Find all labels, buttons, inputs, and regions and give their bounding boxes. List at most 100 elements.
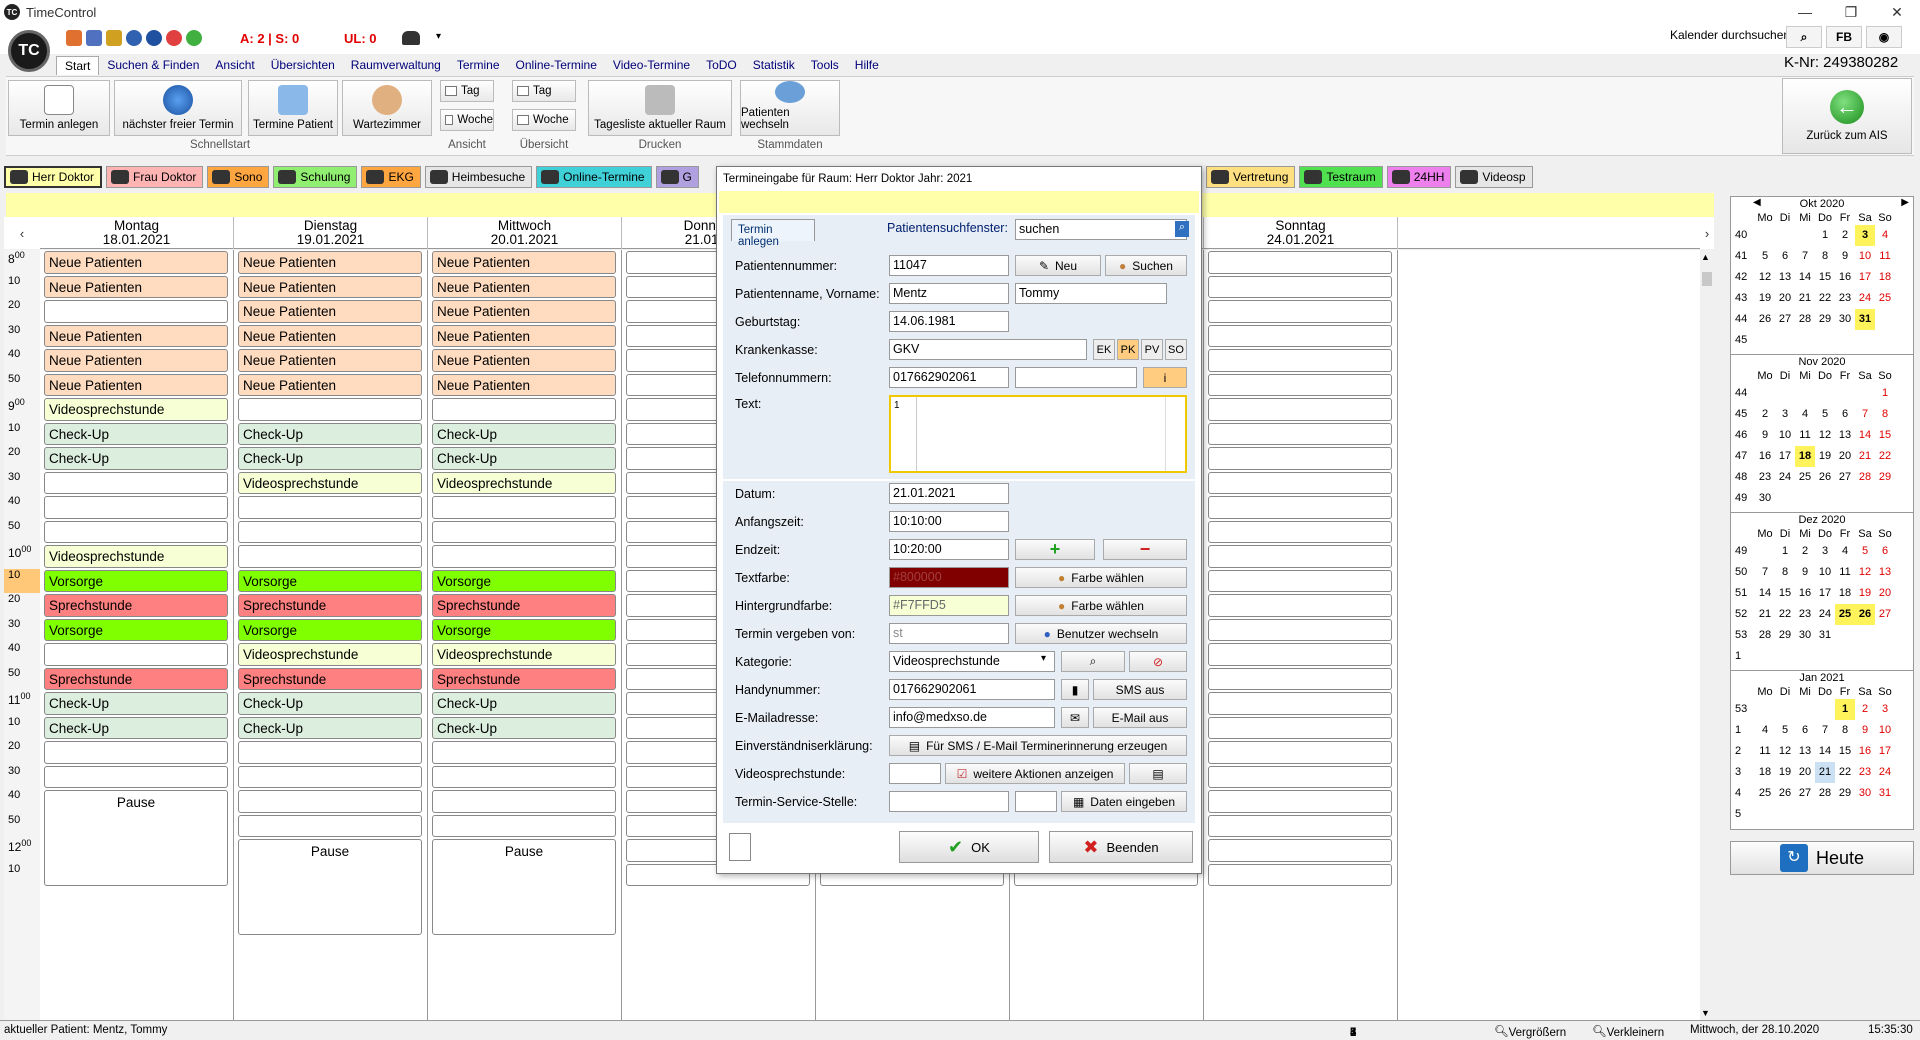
empty-slot[interactable]: [238, 520, 422, 543]
magnifier-icon[interactable]: ⌕: [1061, 651, 1125, 672]
calendar-day[interactable]: 13: [1775, 267, 1795, 288]
calendar-day[interactable]: 18: [1875, 267, 1895, 288]
calendar-day[interactable]: 10: [1875, 720, 1895, 741]
calendar-day[interactable]: 20: [1875, 583, 1895, 604]
calendar-day[interactable]: 31: [1855, 309, 1875, 330]
calendar-day[interactable]: 20: [1775, 288, 1795, 309]
dropdown-icon[interactable]: ▾: [436, 31, 441, 42]
empty-slot[interactable]: [1208, 863, 1392, 886]
ansicht-tag-button[interactable]: Tag: [440, 80, 494, 102]
calendar-day[interactable]: 18: [1835, 583, 1855, 604]
calendar-day[interactable]: 30: [1795, 625, 1815, 646]
calendar-day[interactable]: 2: [1795, 541, 1815, 562]
appointment[interactable]: Vorsorge: [44, 569, 228, 592]
empty-slot[interactable]: [1208, 471, 1392, 494]
room-tab[interactable]: Frau Doktor: [106, 166, 204, 188]
empty-slot[interactable]: [1208, 251, 1392, 274]
empty-slot[interactable]: [432, 398, 616, 421]
calendar-day[interactable]: 15: [1875, 425, 1895, 446]
empty-slot[interactable]: [44, 643, 228, 666]
calendar-day[interactable]: 7: [1815, 720, 1835, 741]
calendar-day[interactable]: [1875, 330, 1895, 351]
calendar-day[interactable]: [1875, 625, 1895, 646]
calendar-day[interactable]: 28: [1795, 309, 1815, 330]
calendar-day[interactable]: 19: [1855, 583, 1875, 604]
weitere-aktionen-button[interactable]: ☑ weitere Aktionen anzeigen: [945, 763, 1125, 784]
patient-search-input[interactable]: suchen: [1015, 219, 1187, 240]
minimize-button[interactable]: —: [1782, 0, 1828, 24]
appointment[interactable]: Check-Up: [238, 716, 422, 739]
empty-slot[interactable]: [432, 814, 616, 837]
calendar-day[interactable]: [1835, 804, 1855, 825]
calendar-day[interactable]: 7: [1855, 404, 1875, 425]
termine-patient-button[interactable]: Termine Patient: [248, 80, 338, 136]
kategorie-select[interactable]: Videosprechstunde: [889, 651, 1055, 672]
menu-item[interactable]: Ansicht: [207, 56, 262, 75]
room-tab[interactable]: Online-Termine: [536, 166, 652, 188]
appointment[interactable]: Neue Patienten: [238, 251, 422, 274]
calendar-day[interactable]: 11: [1835, 562, 1855, 583]
room-tab[interactable]: Testraum: [1299, 166, 1383, 188]
calendar-day[interactable]: [1875, 804, 1895, 825]
prev-month-icon[interactable]: ◀: [1753, 197, 1761, 208]
tss-input2[interactable]: [1015, 791, 1057, 812]
tab-termin-anlegen[interactable]: Termin anlegen: [731, 219, 815, 248]
calendar-day[interactable]: 4: [1835, 541, 1855, 562]
minus-icon[interactable]: −: [1103, 539, 1187, 560]
calendar-day[interactable]: 19: [1775, 762, 1795, 783]
appointment[interactable]: Vorsorge: [432, 618, 616, 641]
calendar-day[interactable]: 2: [1755, 404, 1775, 425]
room-tab[interactable]: Videosp: [1455, 166, 1533, 188]
calendar-day[interactable]: 12: [1775, 741, 1795, 762]
calendar-day[interactable]: 16: [1835, 267, 1855, 288]
plus-icon[interactable]: +: [1015, 539, 1095, 560]
appointment[interactable]: Videosprechstunde: [238, 643, 422, 666]
calendar-day[interactable]: 1: [1815, 225, 1835, 246]
empty-slot[interactable]: [1208, 618, 1392, 641]
empty-slot[interactable]: [238, 814, 422, 837]
menu-item[interactable]: Termine: [449, 56, 508, 75]
menu-item[interactable]: Tools: [803, 56, 847, 75]
calendar-day[interactable]: [1875, 309, 1895, 330]
calendar-day[interactable]: [1835, 646, 1855, 667]
empty-slot[interactable]: [1208, 422, 1392, 445]
calendar-day[interactable]: 10: [1815, 562, 1835, 583]
empty-slot[interactable]: [238, 790, 422, 813]
toolbar-icon-3[interactable]: [106, 30, 122, 46]
appointment[interactable]: Sprechstunde: [432, 667, 616, 690]
room-tab[interactable]: 24HH: [1386, 166, 1452, 188]
termin-anlegen-button[interactable]: Termin anlegen: [8, 80, 110, 136]
calendar-day[interactable]: 19: [1815, 446, 1835, 467]
search-icon[interactable]: ⌕: [1175, 221, 1189, 237]
calendar-day[interactable]: [1815, 330, 1835, 351]
appointment[interactable]: Check-Up: [238, 422, 422, 445]
calendar-day[interactable]: [1835, 330, 1855, 351]
calendar-day[interactable]: 17: [1875, 741, 1895, 762]
appointment[interactable]: Check-Up: [44, 447, 228, 470]
room-tab[interactable]: Herr Doktor: [4, 166, 103, 188]
calendar-day[interactable]: 28: [1815, 783, 1835, 804]
calendar-day[interactable]: 21: [1755, 604, 1775, 625]
empty-slot[interactable]: [432, 520, 616, 543]
calendar-day[interactable]: 30: [1855, 783, 1875, 804]
menu-item[interactable]: ToDO: [698, 56, 745, 75]
appointment[interactable]: Vorsorge: [44, 618, 228, 641]
appointment[interactable]: Vorsorge: [238, 618, 422, 641]
appointment[interactable]: Neue Patienten: [238, 324, 422, 347]
appointment[interactable]: Sprechstunde: [44, 594, 228, 617]
calendar-day[interactable]: 3: [1815, 541, 1835, 562]
calendar-day[interactable]: 27: [1775, 309, 1795, 330]
calendar-day[interactable]: 14: [1795, 267, 1815, 288]
calendar-day[interactable]: [1855, 625, 1875, 646]
appointment[interactable]: Pause: [44, 790, 228, 886]
calendar-day[interactable]: 20: [1795, 762, 1815, 783]
hintergrund-waehlen-button[interactable]: ● Farbe wählen: [1015, 595, 1187, 616]
empty-slot[interactable]: [44, 765, 228, 788]
calendar-day[interactable]: 8: [1875, 404, 1895, 425]
globe-button[interactable]: ◉: [1866, 26, 1902, 48]
calendar-day[interactable]: 4: [1875, 225, 1895, 246]
telefon1-input[interactable]: 017662902061: [889, 367, 1009, 388]
day-header[interactable]: Sonntag 24.01.2021: [1204, 217, 1398, 249]
appointment[interactable]: Neue Patienten: [238, 275, 422, 298]
calendar-day[interactable]: 4: [1795, 404, 1815, 425]
